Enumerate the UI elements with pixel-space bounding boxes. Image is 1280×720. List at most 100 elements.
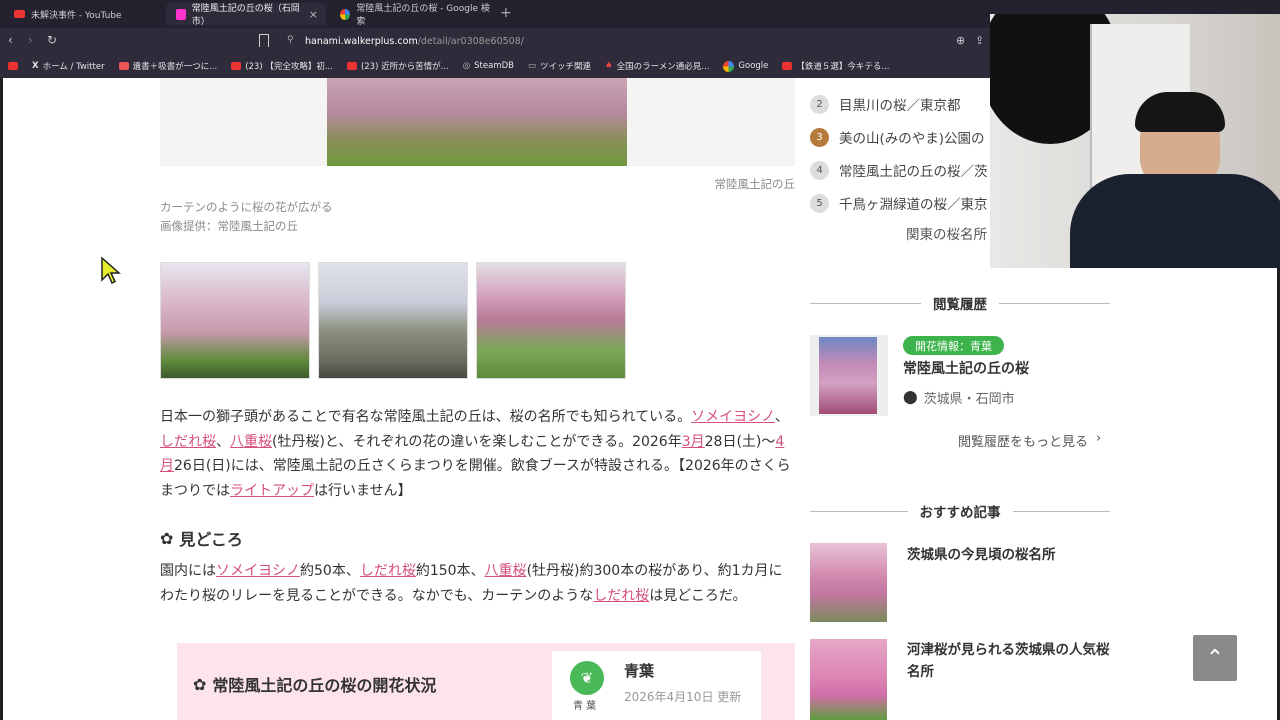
- google-icon: [723, 60, 735, 72]
- heading-text: 見どころ: [179, 530, 243, 549]
- youtube-icon: [14, 10, 25, 18]
- zoom-icon[interactable]: ⊕: [956, 34, 965, 47]
- bookmark-label: Google: [738, 61, 769, 71]
- mouse-cursor-icon: [101, 256, 121, 285]
- hero-image-frame: [160, 78, 795, 166]
- google-icon: [340, 8, 351, 20]
- ranking-item-5[interactable]: 5 千鳥ヶ淵緑道の桜／東京: [810, 193, 988, 213]
- ranking-item-3[interactable]: 3 美の山(みのやま)公園の: [810, 127, 985, 147]
- recommended-thumbnail-2[interactable]: [810, 639, 887, 720]
- tab-title: 常陸風土記の丘の桜 - Google 検索: [356, 4, 490, 27]
- bookmark-item[interactable]: ◎ SteamDB: [463, 61, 514, 71]
- history-location: ⬤ 茨城県・石岡市: [903, 388, 1015, 407]
- link-yaezakura[interactable]: 八重桜: [230, 434, 272, 450]
- title-text: 常陸風土記の丘の桜の開花状況: [212, 676, 437, 695]
- link-shidare-zakura[interactable]: しだれ桜: [593, 588, 649, 604]
- link-march[interactable]: 3月: [682, 434, 705, 450]
- bookmark-item[interactable]: ▭ ツイッチ関連: [528, 60, 591, 72]
- history-item-name[interactable]: 常陸風土記の丘の桜: [903, 358, 1029, 378]
- text: 、: [774, 409, 789, 425]
- person-shirt: [1070, 174, 1280, 268]
- bookmark-item[interactable]: (23) 近所から苦情が...: [346, 60, 449, 72]
- link-somei-yoshino[interactable]: ソメイヨシノ: [691, 409, 775, 425]
- bookmark-label: SteamDB: [474, 61, 514, 71]
- text: は見どころだ。: [649, 587, 747, 604]
- rank-label: 美の山(みのやま)公園の: [839, 131, 985, 147]
- bookmark-item[interactable]: Google: [723, 60, 769, 72]
- link-lightup[interactable]: ライトアップ: [230, 483, 314, 499]
- tab-google[interactable]: 常陸風土記の丘の桜 - Google 検索: [330, 3, 490, 27]
- bookmark-item[interactable]: (23) 【完全攻略】初...: [231, 60, 333, 72]
- text: 28日(土)〜: [704, 433, 776, 450]
- rank-label: 目黒川の桜／東京都: [839, 98, 961, 114]
- reload-icon[interactable]: ↻: [47, 33, 57, 47]
- status-icon-label: 青 葉: [573, 701, 597, 712]
- youtube-icon: [782, 62, 793, 70]
- text: 日本一の獅子頭があることで有名な常陸風土記の丘は、桜の名所でも知られている。: [160, 409, 692, 425]
- updated-date: 2026年4月10日 更新: [624, 690, 742, 704]
- bookmark-item[interactable]: 【鉄道５選】今キテる...: [782, 60, 890, 72]
- thumbnail-2[interactable]: [318, 262, 468, 379]
- ranking-item-2[interactable]: 2 目黒川の桜／東京都: [810, 94, 961, 114]
- recommended-thumbnail-1[interactable]: [810, 543, 887, 622]
- bookmark-label: ツイッチ関連: [540, 62, 592, 72]
- bookmark-label: (23) 近所から苦情が...: [360, 62, 449, 72]
- history-more-link[interactable]: 閲覧履歴をもっと見る ›: [958, 431, 1101, 450]
- hero-photo: [327, 78, 627, 166]
- highlights-paragraph: 園内にはソメイヨシノ約50本、しだれ桜約150本、八重桜(牡丹桜)約300本の桜…: [160, 559, 792, 608]
- address-input[interactable]: hanami.walkerplus.com/detail/ar0308e6050…: [305, 36, 524, 47]
- rank-label: 千鳥ヶ淵緑道の桜／東京: [839, 197, 988, 213]
- forward-icon[interactable]: ›: [28, 33, 33, 47]
- x-icon: X: [32, 61, 39, 71]
- link-shidare-zakura[interactable]: しだれ桜: [160, 434, 216, 450]
- link-somei-yoshino[interactable]: ソメイヨシノ: [216, 563, 300, 579]
- site-info-icon[interactable]: ⚲: [287, 35, 294, 45]
- youtube-icon: [231, 62, 242, 70]
- youtube-icon: [8, 62, 18, 70]
- walkerplus-icon: [176, 8, 186, 20]
- bookmark-favicon: [118, 62, 129, 70]
- tab-youtube[interactable]: 未解決事件 - YouTube: [4, 3, 164, 25]
- history-thumbnail[interactable]: [810, 335, 888, 416]
- thumbnail-3[interactable]: [476, 262, 626, 379]
- steamdb-icon: ◎: [462, 61, 471, 71]
- bookmark-item[interactable]: ♠ 全国のラーメン通必見...: [605, 60, 709, 72]
- rank-number: 3: [810, 127, 829, 147]
- bookmark-label: 【鉄道５選】今キテる...: [796, 62, 890, 72]
- webcam-overlay: [990, 14, 1280, 268]
- image-credit: 画像提供：常陸風土記の丘: [160, 219, 298, 233]
- recommended-title-1[interactable]: 茨城県の今見頃の桜名所: [907, 543, 1056, 563]
- bookmark-item[interactable]: 遺書＋吸書が一つに...: [118, 60, 217, 72]
- bookmark-item[interactable]: X ホーム / Twitter: [32, 60, 105, 72]
- text: 園内には: [160, 563, 216, 579]
- ranking-item-4[interactable]: 4 常陸風土記の丘の桜／茨: [810, 160, 988, 180]
- close-tab-icon[interactable]: ×: [309, 8, 318, 21]
- back-to-top-button[interactable]: ⌃: [1193, 635, 1237, 681]
- back-icon[interactable]: ‹: [8, 33, 13, 47]
- leaf-icon: ❦: [570, 661, 604, 695]
- rank-number: 4: [810, 160, 829, 180]
- url-path: /detail/ar0308e60508/: [417, 36, 524, 47]
- link-shidare-zakura[interactable]: しだれ桜: [360, 563, 416, 579]
- recommended-title-text: おすすめ記事: [919, 505, 1001, 521]
- youtube-icon: [346, 62, 357, 70]
- text: は行いません】: [314, 482, 412, 499]
- bookmark-icon[interactable]: [259, 34, 269, 47]
- flower-icon: ✿: [193, 674, 207, 694]
- history-photo: [819, 337, 877, 414]
- history-section-title: 閲覧履歴: [810, 293, 1110, 313]
- bookmark-item[interactable]: [8, 62, 18, 70]
- tab-title: 常陸風土記の丘の桜（石岡市）: [191, 4, 300, 27]
- thumbnail-1[interactable]: [160, 262, 310, 379]
- bloom-status-box: ✿ 常陸風土記の丘の桜の開花状況 ❦ 青 葉 青葉 2026年4月10日 更新: [177, 643, 795, 720]
- text: 約50本、: [300, 563, 360, 579]
- bookmark-favicon: ♠: [605, 61, 613, 71]
- recommended-title-2[interactable]: 河津桜が見られる茨城県の人気桜名所: [907, 639, 1112, 683]
- link-yaezakura[interactable]: 八重桜: [485, 563, 527, 579]
- tab-walkerplus[interactable]: 常陸風土記の丘の桜（石岡市） ×: [166, 3, 326, 27]
- rank-number: 5: [810, 193, 829, 213]
- new-tab-button[interactable]: +: [500, 5, 512, 21]
- ranking-more-link[interactable]: 関東の桜名所: [906, 223, 987, 243]
- map-pin-icon: ⬤: [903, 390, 918, 405]
- share-icon[interactable]: ⇪: [975, 34, 984, 47]
